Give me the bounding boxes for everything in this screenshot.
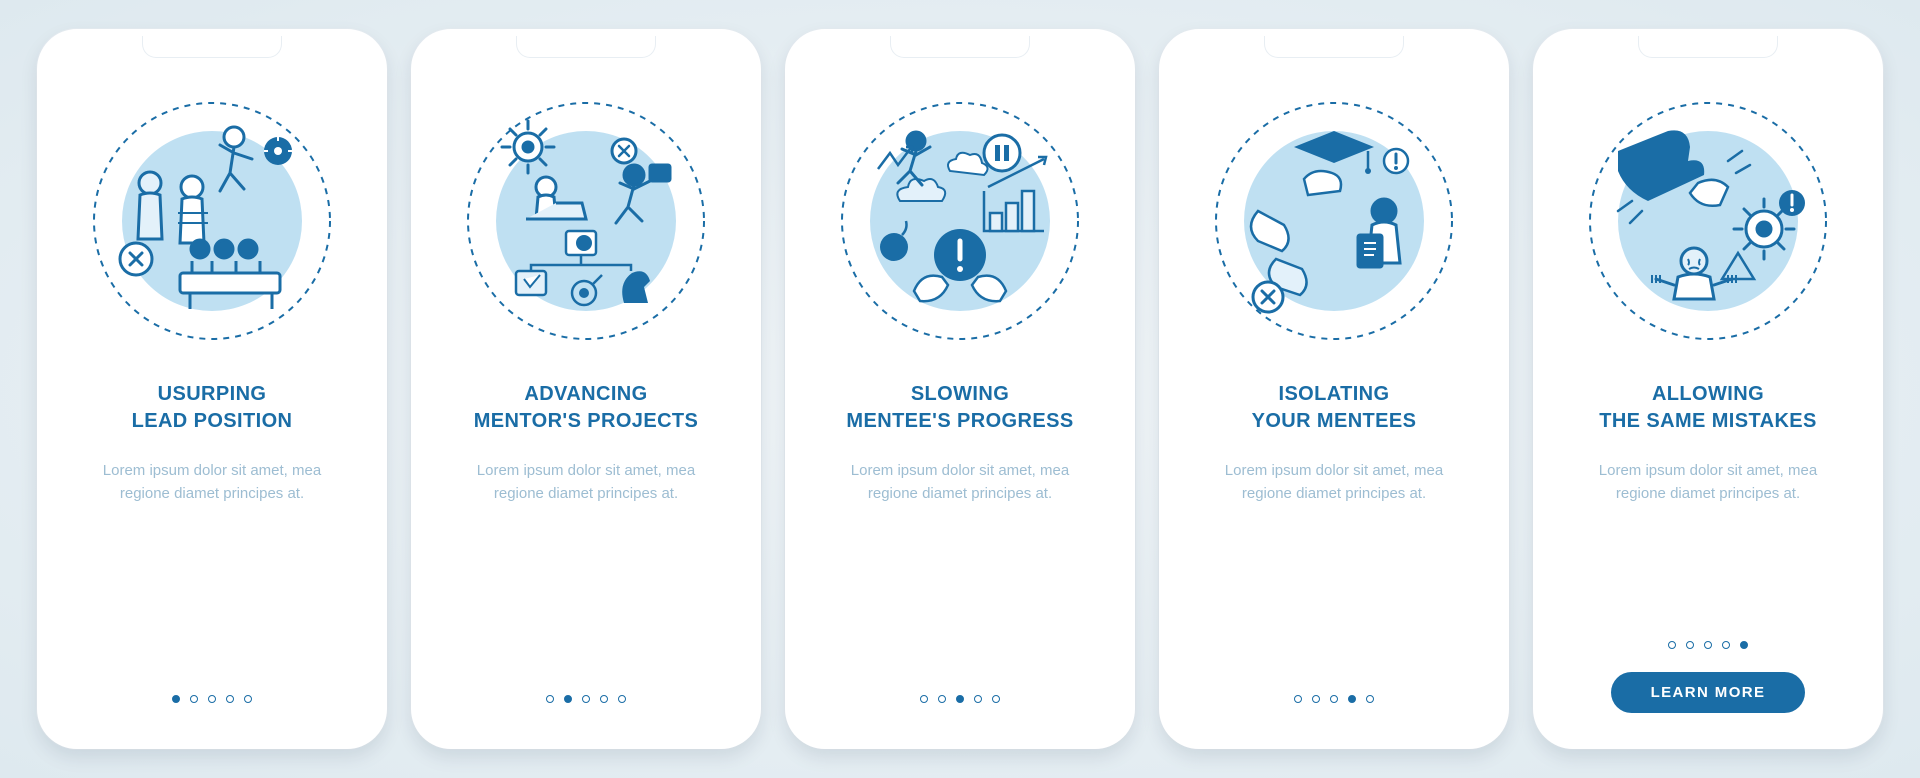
page-dot[interactable] bbox=[1740, 641, 1748, 649]
page-dot[interactable] bbox=[172, 695, 180, 703]
onboarding-screen-5: ALLOWING THE SAME MISTAKES Lorem ipsum d… bbox=[1533, 29, 1883, 749]
learn-more-button[interactable]: LEARN MORE bbox=[1611, 672, 1806, 713]
screen-body: Lorem ipsum dolor sit amet, mea regione … bbox=[82, 459, 342, 506]
page-dot[interactable] bbox=[956, 695, 964, 703]
page-dot[interactable] bbox=[1312, 695, 1320, 703]
screen-body: Lorem ipsum dolor sit amet, mea regione … bbox=[1204, 459, 1464, 506]
page-dot[interactable] bbox=[546, 695, 554, 703]
page-dot[interactable] bbox=[1686, 641, 1694, 649]
pagination-dots bbox=[1294, 695, 1374, 703]
page-dot[interactable] bbox=[208, 695, 216, 703]
screen-title: ADVANCING MENTOR'S PROJECTS bbox=[474, 381, 699, 435]
screen-body: Lorem ipsum dolor sit amet, mea regione … bbox=[830, 459, 1090, 506]
screen-title: ISOLATING YOUR MENTEES bbox=[1252, 381, 1417, 435]
page-dot[interactable] bbox=[1668, 641, 1676, 649]
page-dot[interactable] bbox=[1294, 695, 1302, 703]
page-dot[interactable] bbox=[1366, 695, 1374, 703]
phone-notch bbox=[142, 36, 282, 58]
page-dot[interactable] bbox=[618, 695, 626, 703]
page-dot[interactable] bbox=[226, 695, 234, 703]
pagination-dots bbox=[1668, 641, 1748, 649]
page-dot[interactable] bbox=[1704, 641, 1712, 649]
screen-body: Lorem ipsum dolor sit amet, mea regione … bbox=[456, 459, 716, 506]
page-dot[interactable] bbox=[600, 695, 608, 703]
onboarding-screen-2: ADVANCING MENTOR'S PROJECTS Lorem ipsum … bbox=[411, 29, 761, 749]
screen-body: Lorem ipsum dolor sit amet, mea regione … bbox=[1578, 459, 1838, 506]
page-dot[interactable] bbox=[974, 695, 982, 703]
pagination-dots bbox=[920, 695, 1000, 703]
screen-title: ALLOWING THE SAME MISTAKES bbox=[1599, 381, 1817, 435]
page-dot[interactable] bbox=[1330, 695, 1338, 703]
usurping-lead-icon bbox=[82, 91, 342, 351]
phone-notch bbox=[890, 36, 1030, 58]
page-dot[interactable] bbox=[244, 695, 252, 703]
pagination-dots bbox=[172, 695, 252, 703]
allowing-mistakes-icon bbox=[1578, 91, 1838, 351]
onboarding-screen-1: USURPING LEAD POSITION Lorem ipsum dolor… bbox=[37, 29, 387, 749]
page-dot[interactable] bbox=[582, 695, 590, 703]
page-dot[interactable] bbox=[1722, 641, 1730, 649]
onboarding-screen-3: SLOWING MENTEE'S PROGRESS Lorem ipsum do… bbox=[785, 29, 1135, 749]
onboarding-screen-4: ISOLATING YOUR MENTEES Lorem ipsum dolor… bbox=[1159, 29, 1509, 749]
isolating-mentees-icon bbox=[1204, 91, 1464, 351]
phone-notch bbox=[1264, 36, 1404, 58]
page-dot[interactable] bbox=[992, 695, 1000, 703]
slowing-progress-icon bbox=[830, 91, 1090, 351]
phone-notch bbox=[1638, 36, 1778, 58]
page-dot[interactable] bbox=[938, 695, 946, 703]
advancing-projects-icon bbox=[456, 91, 716, 351]
phone-notch bbox=[516, 36, 656, 58]
page-dot[interactable] bbox=[1348, 695, 1356, 703]
pagination-dots bbox=[546, 695, 626, 703]
screen-title: USURPING LEAD POSITION bbox=[132, 381, 293, 435]
page-dot[interactable] bbox=[190, 695, 198, 703]
page-dot[interactable] bbox=[564, 695, 572, 703]
page-dot[interactable] bbox=[920, 695, 928, 703]
screen-title: SLOWING MENTEE'S PROGRESS bbox=[846, 381, 1073, 435]
